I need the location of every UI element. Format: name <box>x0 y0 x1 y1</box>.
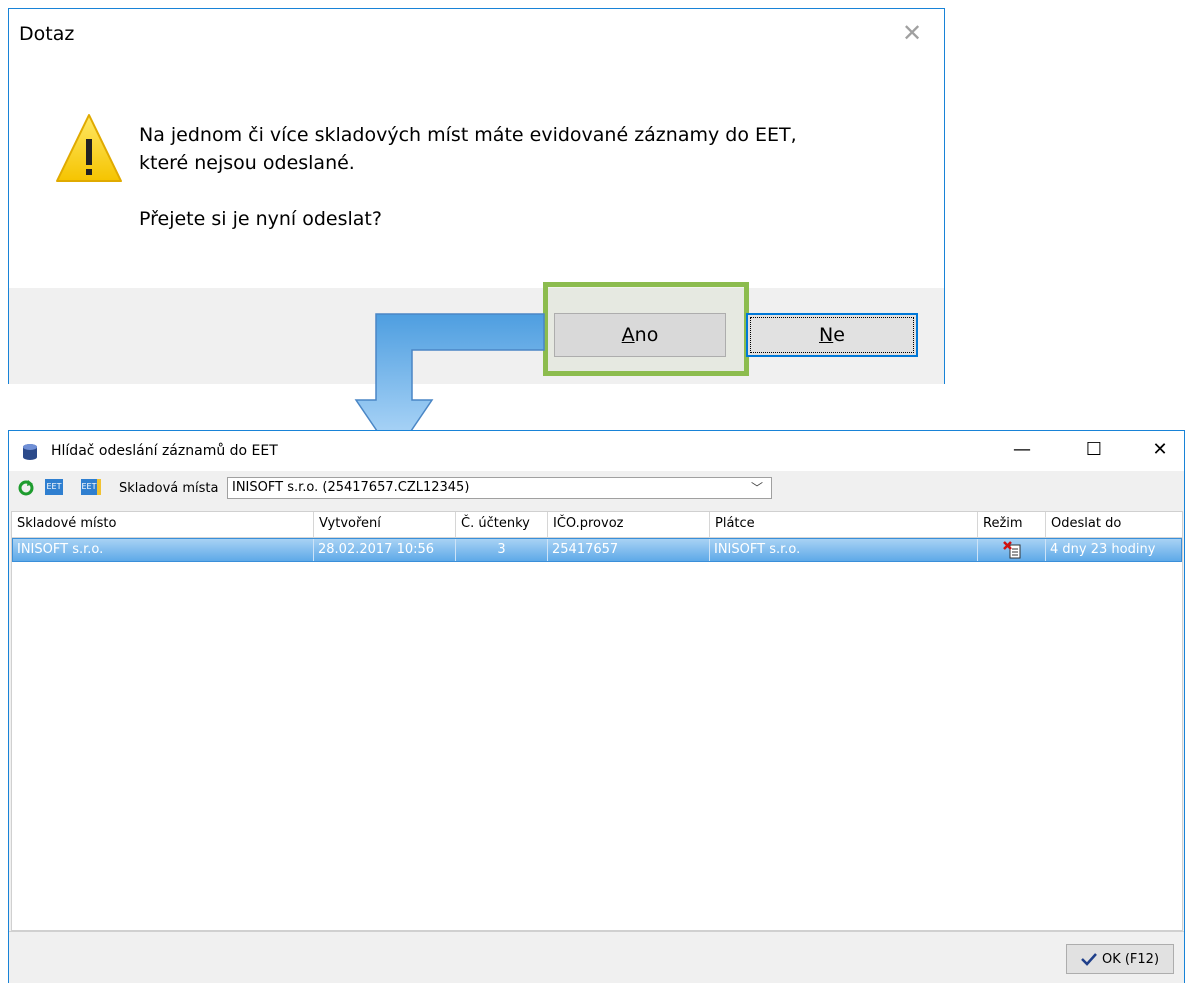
col-cislo-uctenky[interactable]: Č. účtenky <box>456 512 548 538</box>
checkmark-icon <box>1081 953 1097 966</box>
chevron-down-icon: ﹀ <box>750 481 763 495</box>
refresh-icon[interactable] <box>17 479 35 497</box>
maximize-icon[interactable]: ☐ <box>1079 439 1109 460</box>
eet-send-all-label: EET <box>81 482 97 491</box>
cell-vytvoreni: 28.02.2017 10:56 <box>314 539 456 561</box>
database-icon <box>23 444 37 460</box>
col-skladove-misto[interactable]: Skladové místo <box>12 512 314 538</box>
window-title: Hlídač odeslání záznamů do EET <box>51 443 278 459</box>
minimize-icon[interactable]: — <box>1007 439 1037 460</box>
location-select-value: INISOFT s.r.o. (25417657.CZL12345) <box>232 480 470 495</box>
cell-ico-provoz: 25417657 <box>548 539 710 561</box>
table-header: Skladové místo Vytvoření Č. účtenky IČO.… <box>12 512 1182 538</box>
window-titlebar: Hlídač odeslání záznamů do EET — ☐ ✕ <box>9 431 1184 471</box>
col-ico-provoz[interactable]: IČO.provoz <box>548 512 710 538</box>
ok-label: OK (F12) <box>1101 951 1160 967</box>
cell-rezim <box>978 539 1046 561</box>
table-row[interactable]: INISOFT s.r.o. 28.02.2017 10:56 3 254176… <box>12 538 1182 562</box>
records-table: Skladové místo Vytvoření Č. účtenky IČO.… <box>11 511 1183 931</box>
ok-button[interactable]: OK (F12) <box>1066 944 1174 974</box>
eet-send-all-icon[interactable]: EET <box>81 479 101 495</box>
eet-watcher-window: Hlídač odeslání záznamů do EET — ☐ ✕ EET… <box>8 430 1185 983</box>
cell-odeslat-do: 4 dny 23 hodiny <box>1050 542 1156 557</box>
col-rezim[interactable]: Režim <box>978 512 1046 538</box>
col-odeslat-do[interactable]: Odeslat do <box>1046 512 1182 538</box>
flow-arrow-icon <box>354 313 545 458</box>
eet-send-label: EET <box>46 482 62 491</box>
col-platce[interactable]: Plátce <box>710 512 978 538</box>
toolbar: EET EET Skladová místa INISOFT s.r.o. (2… <box>9 471 1184 503</box>
cell-cislo-uctenky: 3 <box>456 539 548 561</box>
cell-skladove-misto: INISOFT s.r.o. <box>13 539 314 561</box>
eet-send-icon[interactable]: EET <box>45 479 63 495</box>
location-label: Skladová místa <box>119 481 219 496</box>
cell-platce: INISOFT s.r.o. <box>710 539 978 561</box>
offline-mode-icon <box>1003 541 1021 559</box>
window-footer: OK (F12) <box>9 931 1184 983</box>
col-vytvoreni[interactable]: Vytvoření <box>314 512 456 538</box>
close-icon[interactable]: ✕ <box>1145 439 1175 460</box>
location-select[interactable]: INISOFT s.r.o. (25417657.CZL12345) ﹀ <box>227 477 772 499</box>
